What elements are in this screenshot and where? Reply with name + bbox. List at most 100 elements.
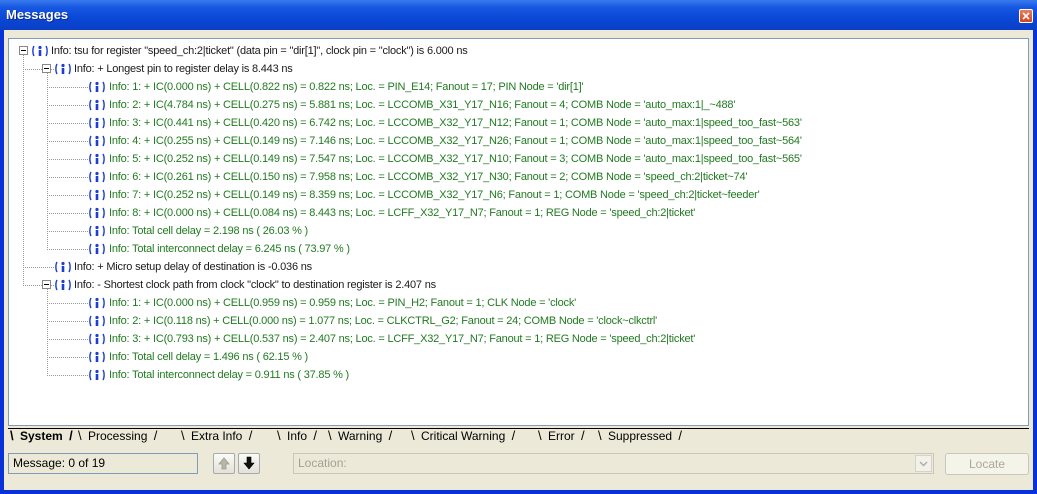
info-icon (88, 97, 106, 113)
message-count: Message: 0 of 19 (8, 453, 198, 474)
tab-error[interactable]: \ Error / (538, 428, 585, 445)
tree-connector (47, 141, 88, 142)
info-icon (54, 277, 72, 293)
message-row[interactable]: Info: 3: + IC(0.793 ns) + CELL(0.537 ns)… (9, 331, 1024, 348)
message-row[interactable]: Info: 3: + IC(0.441 ns) + CELL(0.420 ns)… (9, 115, 1024, 132)
tab-edge: \ (598, 428, 602, 443)
tree-connector (47, 123, 88, 124)
tree-guide (47, 289, 48, 376)
tab-label: Warning (338, 429, 383, 443)
message-text: Info: Total interconnect delay = 0.911 n… (109, 369, 350, 381)
tab-edge: \ (277, 428, 281, 443)
messages-tree[interactable]: Info: tsu for register "speed_ch:2|ticke… (8, 38, 1029, 426)
message-text: Info: 1: + IC(0.000 ns) + CELL(0.959 ns)… (109, 297, 577, 309)
message-row[interactable]: Info: Total interconnect delay = 6.245 n… (9, 241, 1024, 258)
tree-connector (47, 195, 88, 196)
tab-system[interactable]: \ System / (10, 428, 73, 445)
info-icon (88, 367, 106, 383)
tab-label: Critical Warning (421, 429, 506, 443)
tree-connector (47, 177, 88, 178)
message-row[interactable]: Info: + Micro setup delay of destination… (9, 259, 1024, 276)
tree-guide (47, 73, 48, 250)
tab-edge: / (69, 428, 73, 443)
tree-connector (47, 375, 88, 376)
message-text: Info: 2: + IC(4.784 ns) + CELL(0.275 ns)… (109, 99, 736, 111)
message-text: Info: Total cell delay = 1.496 ns ( 62.1… (109, 351, 309, 363)
info-icon (88, 79, 106, 95)
collapse-toggle[interactable] (19, 46, 28, 55)
message-row[interactable]: Info: 4: + IC(0.255 ns) + CELL(0.149 ns)… (9, 133, 1024, 150)
location-dropdown-button[interactable] (915, 455, 932, 472)
message-row[interactable]: Info: Total interconnect delay = 0.911 n… (9, 367, 1024, 384)
tab-edge: / (388, 428, 393, 443)
message-row[interactable]: Info: - Shortest clock path from clock "… (9, 277, 1024, 294)
message-text: Info: Total cell delay = 2.198 ns ( 26.0… (109, 225, 309, 237)
tree-connector (47, 213, 88, 214)
info-icon (88, 241, 106, 257)
tab-edge: \ (328, 428, 332, 443)
tab-info[interactable]: \ Info / (277, 428, 317, 445)
tab-label: Processing (88, 429, 148, 443)
tab-critical-warning[interactable]: \ Critical Warning / (411, 428, 515, 445)
info-icon (88, 187, 106, 203)
tab-edge: / (581, 428, 585, 443)
message-row[interactable]: Info: Total cell delay = 1.496 ns ( 62.1… (9, 349, 1024, 366)
close-button[interactable] (1019, 9, 1033, 23)
tab-edge: \ (78, 428, 82, 443)
tab-extra-info[interactable]: \ Extra Info / (181, 428, 252, 445)
tab-label: System (20, 429, 63, 443)
tree-connector (47, 159, 88, 160)
message-row[interactable]: Info: 6: + IC(0.261 ns) + CELL(0.150 ns)… (9, 169, 1024, 186)
tab-label: Info (287, 429, 308, 443)
message-row[interactable]: Info: 8: + IC(0.000 ns) + CELL(0.084 ns)… (9, 205, 1024, 222)
tab-edge: \ (411, 428, 415, 443)
tree-connector (47, 105, 88, 106)
message-text: Info: tsu for register "speed_ch:2|ticke… (51, 45, 468, 57)
message-text: Info: 8: + IC(0.000 ns) + CELL(0.084 ns)… (109, 207, 696, 219)
info-icon (88, 169, 106, 185)
tab-warning[interactable]: \ Warning / (328, 428, 392, 445)
message-row[interactable]: Info: 1: + IC(0.000 ns) + CELL(0.822 ns)… (9, 79, 1024, 96)
tab-suppressed[interactable]: \ Suppressed / (598, 428, 682, 445)
info-icon (88, 349, 106, 365)
messages-window: Messages Info: tsu for register "speed_c… (0, 0, 1037, 494)
tree-connector (47, 357, 88, 358)
info-icon (88, 205, 106, 221)
message-row[interactable]: Info: tsu for register "speed_ch:2|ticke… (9, 43, 1024, 60)
message-row[interactable]: Info: 7: + IC(0.252 ns) + CELL(0.149 ns)… (9, 187, 1024, 204)
collapse-toggle[interactable] (42, 64, 51, 73)
message-row[interactable]: Info: 2: + IC(4.784 ns) + CELL(0.275 ns)… (9, 97, 1024, 114)
tab-edge: \ (181, 428, 185, 443)
title-bar[interactable]: Messages (0, 0, 1037, 30)
info-icon (88, 313, 106, 329)
next-message-button[interactable] (238, 453, 260, 474)
message-row[interactable]: Info: + Longest pin to register delay is… (9, 61, 1024, 78)
message-row[interactable]: Info: Total cell delay = 2.198 ns ( 26.0… (9, 223, 1024, 240)
collapse-toggle[interactable] (42, 280, 51, 289)
tab-processing[interactable]: \ Processing / (78, 428, 157, 445)
message-text: Info: Total interconnect delay = 6.245 n… (109, 243, 350, 255)
info-icon (88, 223, 106, 239)
info-icon (88, 295, 106, 311)
info-icon (31, 43, 49, 59)
message-text: Info: 7: + IC(0.252 ns) + CELL(0.149 ns)… (109, 189, 760, 201)
tree-connector (47, 87, 88, 88)
message-text: Info: + Micro setup delay of destination… (74, 261, 312, 273)
message-text: Info: - Shortest clock path from clock "… (74, 279, 436, 291)
tab-label: Error (548, 429, 575, 443)
message-text: Info: 6: + IC(0.261 ns) + CELL(0.150 ns)… (109, 171, 748, 183)
tab-label: Suppressed (608, 429, 673, 443)
tree-connector (47, 339, 88, 340)
message-row[interactable]: Info: 5: + IC(0.252 ns) + CELL(0.149 ns)… (9, 151, 1024, 168)
message-text: Info: 2: + IC(0.118 ns) + CELL(0.000 ns)… (109, 315, 658, 327)
close-icon (1022, 12, 1030, 20)
tab-edge: \ (538, 428, 542, 443)
location-placeholder: Location: (298, 456, 347, 470)
previous-message-button[interactable] (213, 453, 235, 474)
tree-connector (47, 303, 88, 304)
info-icon (54, 259, 72, 275)
locate-button[interactable]: Locate (945, 453, 1029, 475)
message-row[interactable]: Info: 1: + IC(0.000 ns) + CELL(0.959 ns)… (9, 295, 1024, 312)
message-row[interactable]: Info: 2: + IC(0.118 ns) + CELL(0.000 ns)… (9, 313, 1024, 330)
location-field[interactable]: Location: (293, 453, 934, 474)
